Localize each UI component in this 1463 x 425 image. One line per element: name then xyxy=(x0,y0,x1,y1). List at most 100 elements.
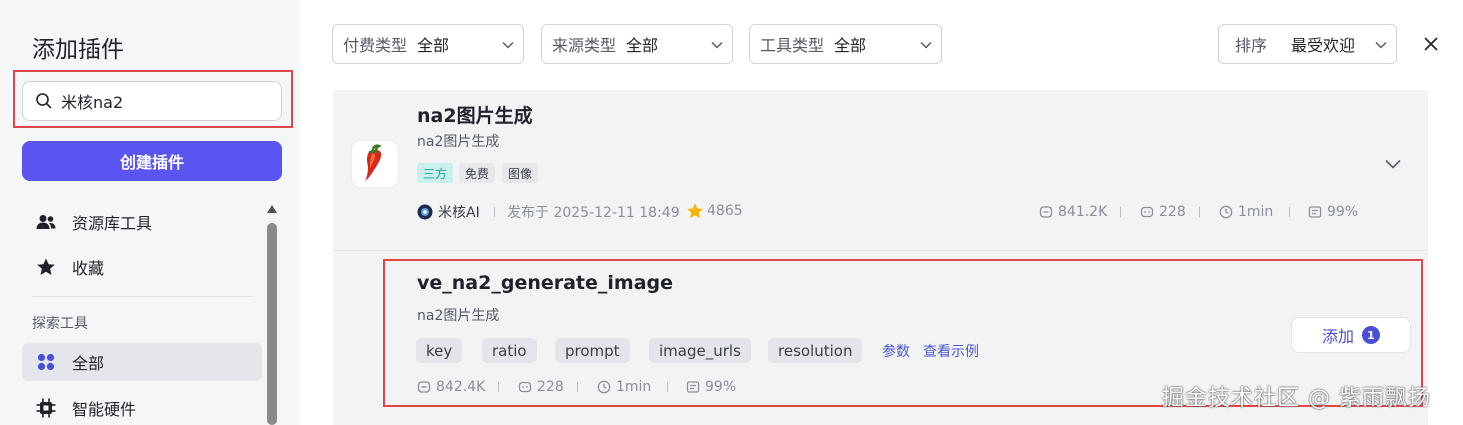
sidebar-scrollbar[interactable] xyxy=(266,205,278,425)
filter-value: 全部 xyxy=(626,36,659,55)
calls-icon xyxy=(417,381,431,393)
sidebar-item-label: 资源库工具 xyxy=(72,214,153,233)
bots-value: 228 xyxy=(537,379,564,395)
param-tag: ratio xyxy=(482,338,537,363)
tool-calls-stat: 842.4K xyxy=(417,379,485,395)
tool-bots-stat: 228 xyxy=(518,379,564,395)
author-name: 米核AI xyxy=(438,205,480,221)
scroll-thumb[interactable] xyxy=(267,223,277,425)
add-tool-button[interactable]: 添加 1 xyxy=(1291,317,1411,353)
sidebar-item-label: 收藏 xyxy=(72,259,105,278)
success-rate-icon xyxy=(686,381,700,393)
calls-value: 841.2K xyxy=(1058,204,1108,220)
scroll-up-arrow-icon[interactable] xyxy=(267,205,277,213)
sidebar: 添加插件 创建插件 资源库工具 收藏 探索工具 全部 xyxy=(0,0,300,425)
clock-icon xyxy=(1219,205,1233,219)
grid-icon xyxy=(36,352,56,372)
sidebar-item-favorites[interactable]: 收藏 xyxy=(22,248,262,286)
chevron-down-icon xyxy=(1375,41,1387,49)
stars-count: 4865 xyxy=(707,203,743,219)
duration-value: 1min xyxy=(616,379,652,395)
plugin-bots-stat: 228 xyxy=(1140,204,1186,220)
sort-label: 排序 xyxy=(1235,36,1268,55)
sidebar-item-label: 智能硬件 xyxy=(72,400,137,419)
sidebar-item-library-tools[interactable]: 资源库工具 xyxy=(22,203,262,241)
view-example-link[interactable]: 查看示例 xyxy=(923,341,979,361)
plugin-published-date: 发布于 2025-12-11 18:49 xyxy=(507,205,680,221)
plugin-stars: 4865 xyxy=(686,202,743,220)
clock-icon xyxy=(597,380,611,394)
plugin-calls-stat: 841.2K xyxy=(1039,204,1107,220)
filter-payment-type[interactable]: 付费类型 全部 xyxy=(332,24,524,64)
chevron-down-icon[interactable] xyxy=(1384,157,1402,171)
stat-separator xyxy=(1289,207,1290,217)
author-avatar-icon xyxy=(417,204,433,220)
stat-separator xyxy=(667,382,668,392)
filter-label: 来源类型 xyxy=(552,36,617,55)
sidebar-item-smart-hardware[interactable]: 智能硬件 xyxy=(22,389,262,425)
tool-subtitle: na2图片生成 xyxy=(417,308,500,324)
params-link[interactable]: 参数 xyxy=(882,341,910,361)
success-rate-icon xyxy=(1308,206,1322,218)
plugin-subtitle: na2图片生成 xyxy=(417,134,500,150)
success-value: 99% xyxy=(705,379,737,395)
chili-pepper-logo-icon xyxy=(351,140,399,188)
plugin-author[interactable]: 米核AI xyxy=(417,202,480,222)
sort-value: 最受欢迎 xyxy=(1291,36,1356,55)
bots-value: 228 xyxy=(1159,204,1186,220)
sort-select[interactable]: 排序 最受欢迎 xyxy=(1218,24,1397,64)
param-tag: resolution xyxy=(768,338,863,363)
plugin-success-stat: 99% xyxy=(1308,204,1358,220)
tag-image: 图像 xyxy=(502,163,539,183)
list-divider xyxy=(333,250,1428,251)
stat-separator xyxy=(577,382,578,392)
tag-third-party: 三方 xyxy=(417,163,454,183)
search-icon xyxy=(36,93,52,109)
stat-separator xyxy=(1199,207,1200,217)
plugin-duration-stat: 1min xyxy=(1219,204,1273,220)
stat-separator xyxy=(498,382,499,392)
filter-value: 全部 xyxy=(417,36,450,55)
watermark: 掘金技术社区 @ 紫雨飘扬 xyxy=(1162,386,1431,411)
sidebar-title: 添加插件 xyxy=(32,37,124,63)
sidebar-item-label: 全部 xyxy=(72,354,105,373)
sidebar-section-label: 探索工具 xyxy=(32,316,88,332)
users-icon xyxy=(36,212,56,232)
bot-icon xyxy=(1140,206,1154,218)
add-plugin-dialog: 添加插件 创建插件 资源库工具 收藏 探索工具 全部 xyxy=(0,0,1463,425)
star-icon xyxy=(36,257,56,277)
plugin-title[interactable]: na2图片生成 xyxy=(417,101,533,128)
filter-value: 全部 xyxy=(834,36,867,55)
chevron-down-icon xyxy=(502,41,514,49)
param-tag: image_urls xyxy=(649,338,751,363)
filter-tool-type[interactable]: 工具类型 全部 xyxy=(749,24,942,64)
add-label: 添加 xyxy=(1321,327,1354,346)
success-value: 99% xyxy=(1327,204,1359,220)
filter-label: 工具类型 xyxy=(760,36,825,55)
param-tag: prompt xyxy=(555,338,630,363)
sidebar-divider xyxy=(32,296,252,297)
filter-source-type[interactable]: 来源类型 全部 xyxy=(541,24,733,64)
tag-free: 免费 xyxy=(459,163,496,183)
param-tag: key xyxy=(416,338,463,363)
calls-icon xyxy=(1039,206,1053,218)
chevron-down-icon xyxy=(711,41,723,49)
duration-value: 1min xyxy=(1238,204,1274,220)
star-icon xyxy=(687,203,703,219)
close-icon[interactable] xyxy=(1421,34,1441,54)
sidebar-item-all[interactable]: 全部 xyxy=(22,343,262,381)
chip-icon xyxy=(36,398,56,418)
meta-separator xyxy=(494,207,495,217)
filter-label: 付费类型 xyxy=(343,36,408,55)
create-plugin-button[interactable]: 创建插件 xyxy=(22,141,282,181)
chevron-down-icon xyxy=(920,41,932,49)
tool-title: ve_na2_generate_image xyxy=(417,272,674,294)
search-box[interactable] xyxy=(22,81,282,121)
search-input[interactable] xyxy=(61,91,261,111)
bot-icon xyxy=(518,381,532,393)
tool-success-stat: 99% xyxy=(686,379,736,395)
add-count-badge: 1 xyxy=(1362,326,1380,344)
tool-duration-stat: 1min xyxy=(597,379,651,395)
stat-separator xyxy=(1120,207,1121,217)
calls-value: 842.4K xyxy=(436,379,486,395)
